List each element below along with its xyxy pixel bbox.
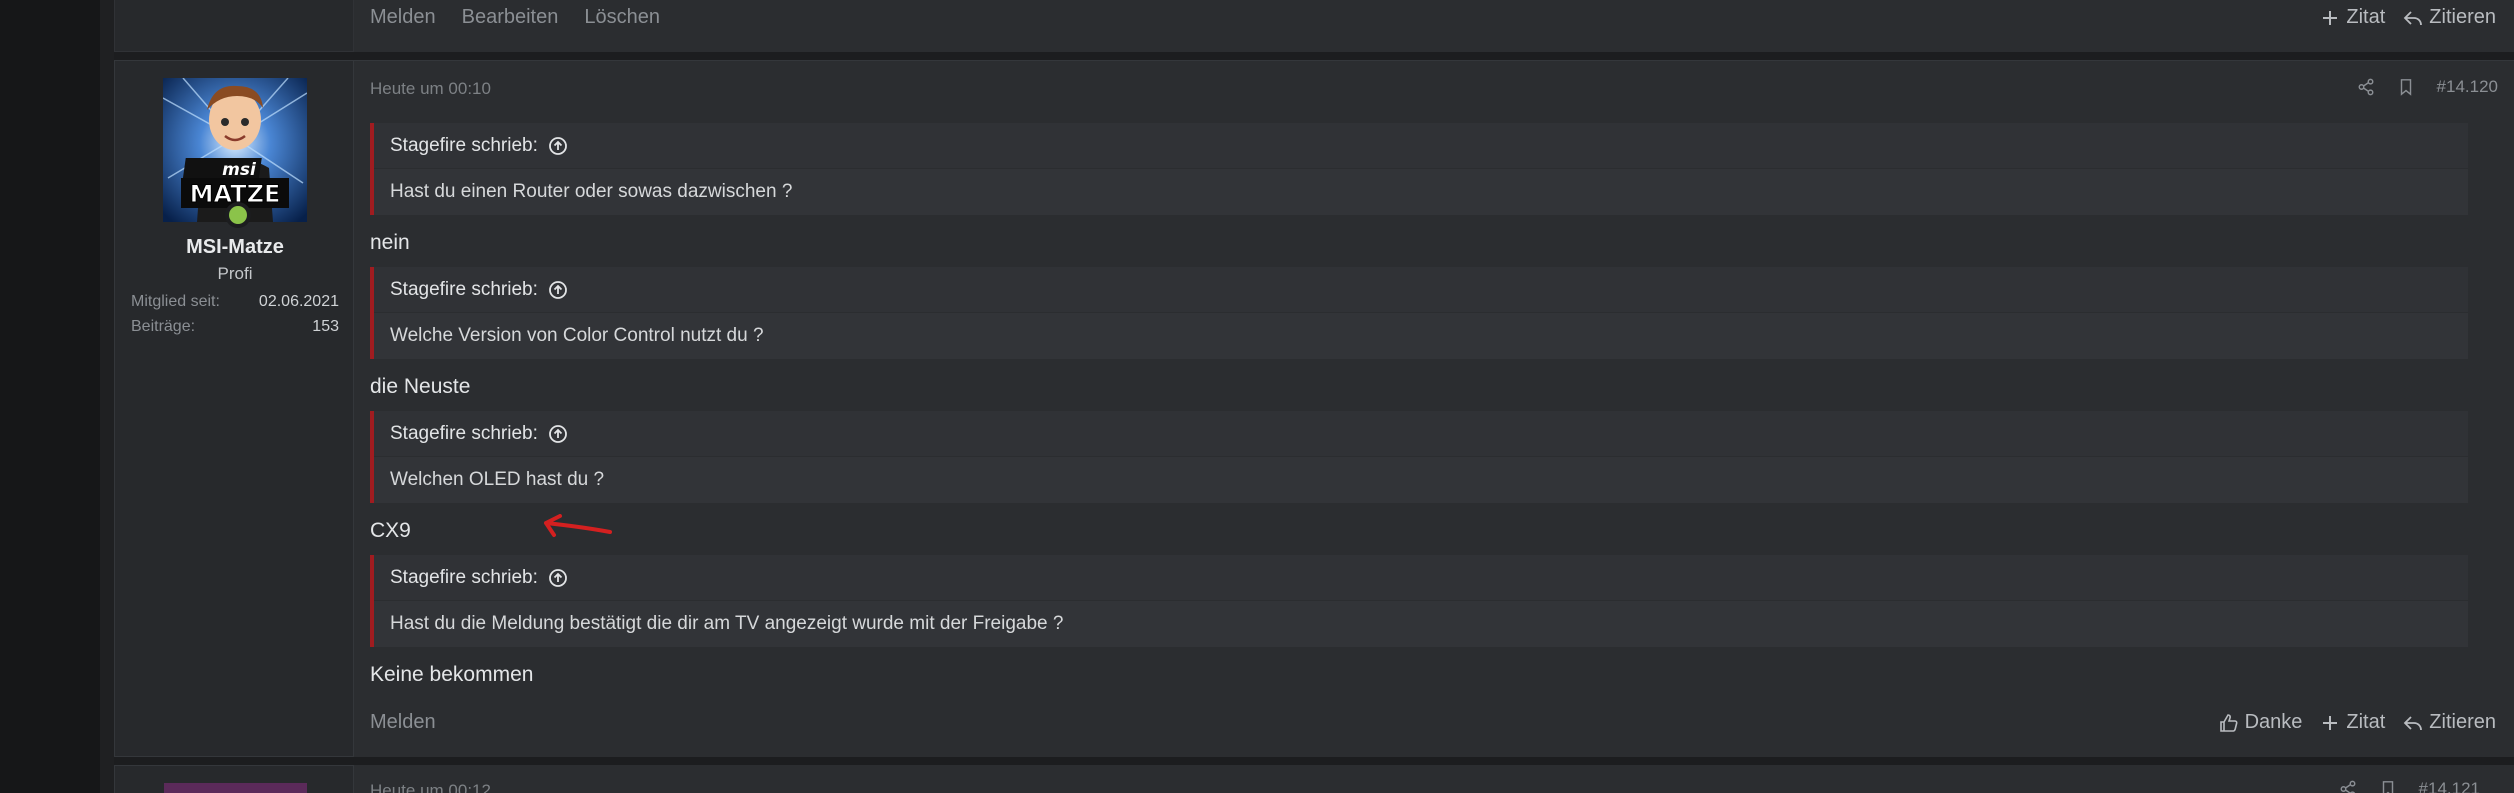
user-title: Profi (217, 264, 253, 283)
edit-link[interactable]: Bearbeiten (462, 6, 559, 29)
stat-joined-value: 02.06.2021 (258, 293, 339, 310)
reply-text-4: Keine bekommen (370, 663, 534, 686)
post-number[interactable]: #14.121 (2419, 779, 2480, 793)
username[interactable]: MSI-Matze (115, 236, 355, 259)
stat-posts: Beiträge: 153 (131, 318, 339, 336)
reply-quote-button[interactable]: Zitieren (2403, 711, 2496, 734)
quote-header: Stagefire schrieb: (374, 411, 2468, 457)
left-background (0, 0, 100, 793)
reply-text-1: nein (370, 231, 410, 254)
red-arrow-annotation-icon (544, 514, 612, 537)
quote-block-3: Stagefire schrieb: Welchen OLED hast du … (370, 411, 2468, 503)
quote-author[interactable]: Stagefire schrieb: (390, 279, 538, 301)
share-icon[interactable] (2357, 78, 2375, 96)
post-header-actions: #14.120 (2357, 77, 2498, 97)
reply-icon (2404, 10, 2423, 25)
post-number[interactable]: #14.120 (2437, 77, 2498, 97)
quote-author[interactable]: Stagefire schrieb: (390, 567, 538, 589)
previous-post-footer-right: Zitat Zitieren (2320, 6, 2496, 29)
thanks-button[interactable]: Danke (2219, 711, 2303, 734)
multi-quote-label: Zitat (2346, 6, 2386, 28)
stat-joined: Mitglied seit: 02.06.2021 (131, 293, 339, 311)
stat-posts-label: Beiträge: (131, 318, 196, 335)
quote-block-2: Stagefire schrieb: Welche Version von Co… (370, 267, 2468, 359)
next-post-user-column (114, 765, 354, 793)
reply-quote-button[interactable]: Zitieren (2403, 6, 2496, 29)
avatar[interactable] (164, 783, 307, 793)
plus-icon (2323, 715, 2338, 730)
share-icon[interactable] (2339, 780, 2357, 793)
reply-icon (2404, 715, 2423, 730)
next-post: Heute um 00:12 #14.121 (114, 765, 2514, 793)
post-14120: msi MATZE MSI-Matze Profi Mitglied seit:… (114, 60, 2514, 757)
multi-quote-label: Zitat (2346, 711, 2386, 733)
next-post-body: Heute um 00:12 #14.121 (354, 765, 2514, 793)
quote-block-4: Stagefire schrieb: Hast du die Meldung b… (370, 555, 2468, 647)
thanks-label: Danke (2244, 711, 2303, 733)
quote-author[interactable]: Stagefire schrieb: (390, 423, 538, 445)
multi-quote-button[interactable]: Zitat (2320, 711, 2385, 734)
bookmark-icon[interactable] (2379, 780, 2397, 793)
thumbs-up-icon (2219, 713, 2238, 732)
avatar-image: msi MATZE (163, 78, 307, 222)
quote-author[interactable]: Stagefire schrieb: (390, 135, 538, 157)
post-footer-left: Melden (370, 711, 436, 734)
post-header: Heute um 00:10 #14.120 (370, 77, 2498, 103)
online-status-indicator (225, 202, 251, 228)
post-footer-right: Danke Zitat Zitieren (2219, 711, 2496, 734)
report-link[interactable]: Melden (370, 6, 436, 29)
quote-text: Hast du die Meldung bestätigt die dir am… (374, 601, 2468, 647)
previous-post: Melden Bearbeiten Löschen Zitat Zitieren (114, 0, 2514, 52)
report-link[interactable]: Melden (370, 711, 436, 734)
quote-header: Stagefire schrieb: (374, 267, 2468, 313)
reply-quote-label: Zitieren (2429, 711, 2496, 733)
left-gutter (100, 0, 114, 793)
arrow-up-circle-icon[interactable] (548, 424, 568, 444)
stat-posts-value[interactable]: 153 (312, 318, 339, 336)
post-body: Heute um 00:10 #14.120 Stagefire schrieb… (354, 60, 2514, 757)
quote-header: Stagefire schrieb: (374, 123, 2468, 169)
quote-text: Hast du einen Router oder sowas dazwisch… (374, 169, 2468, 215)
stat-joined-label: Mitglied seit: (131, 293, 220, 310)
post-date[interactable]: Heute um 00:10 (370, 79, 491, 99)
reply-text-2: die Neuste (370, 375, 471, 398)
reply-quote-label: Zitieren (2429, 6, 2496, 28)
quote-text: Welche Version von Color Control nutzt d… (374, 313, 2468, 359)
quote-block-1: Stagefire schrieb: Hast du einen Router … (370, 123, 2468, 215)
arrow-up-circle-icon[interactable] (548, 568, 568, 588)
post-header-actions: #14.121 (2339, 779, 2480, 793)
post-date[interactable]: Heute um 00:12 (370, 781, 491, 793)
multi-quote-button[interactable]: Zitat (2320, 6, 2385, 29)
plus-icon (2323, 10, 2338, 25)
previous-post-user-column (114, 0, 354, 52)
previous-post-body: Melden Bearbeiten Löschen Zitat Zitieren (354, 0, 2514, 52)
previous-post-footer-left: Melden Bearbeiten Löschen (370, 6, 660, 29)
online-status-dot (229, 206, 247, 224)
reply-text-3: CX9 (370, 519, 411, 542)
avatar[interactable]: msi MATZE (163, 78, 307, 222)
arrow-up-circle-icon[interactable] (548, 280, 568, 300)
post-user-column: msi MATZE MSI-Matze Profi Mitglied seit:… (114, 60, 354, 757)
thread-page: Melden Bearbeiten Löschen Zitat Zitieren (114, 0, 2514, 793)
arrow-up-circle-icon[interactable] (548, 136, 568, 156)
delete-link[interactable]: Löschen (584, 6, 660, 29)
quote-header: Stagefire schrieb: (374, 555, 2468, 601)
bookmark-icon[interactable] (2397, 78, 2415, 96)
avatar-text-top: msi (222, 160, 257, 180)
quote-text: Welchen OLED hast du ? (374, 457, 2468, 503)
